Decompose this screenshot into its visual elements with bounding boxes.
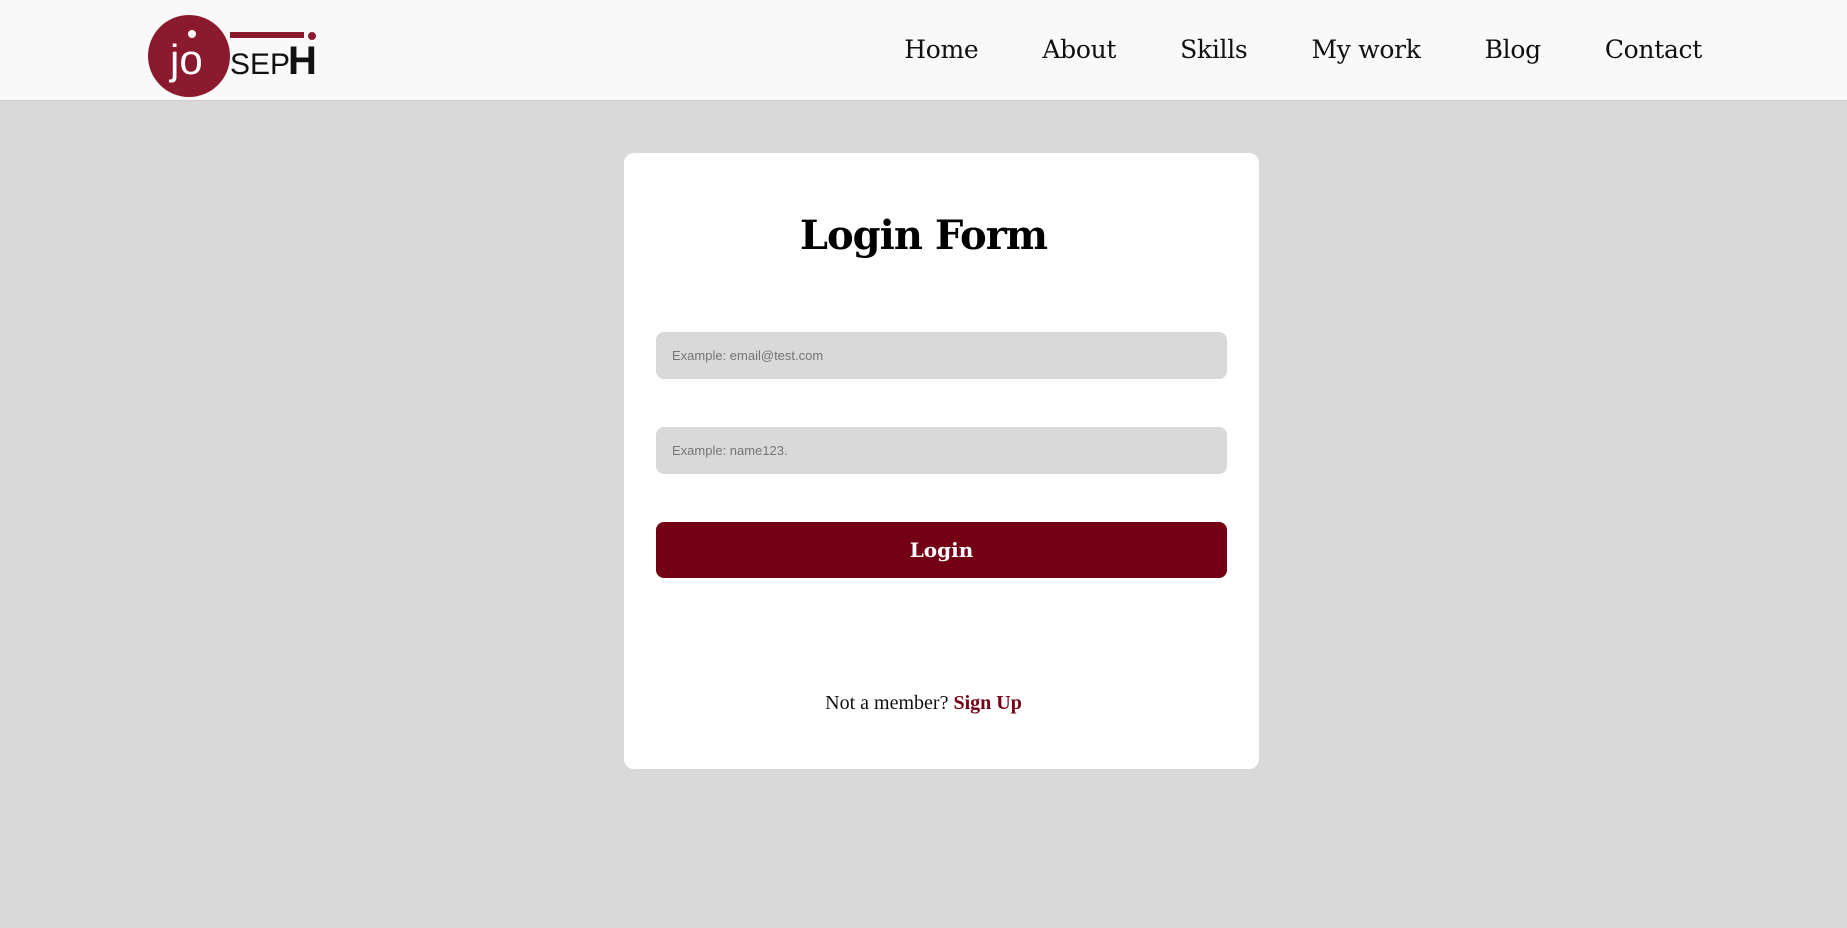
nav-home[interactable]: Home <box>904 35 978 64</box>
login-form-title: Login Form <box>799 212 1048 259</box>
nav-skills[interactable]: Skills <box>1180 35 1248 64</box>
site-header: jo SEP H Home About Skills My work Blog … <box>0 0 1847 101</box>
nav-blog[interactable]: Blog <box>1485 35 1542 64</box>
signup-link[interactable]: Sign Up <box>953 692 1021 714</box>
signup-prompt-line: Not a member? Sign Up <box>0 692 1847 715</box>
nav-contact[interactable]: Contact <box>1605 35 1702 64</box>
email-field[interactable] <box>656 332 1227 379</box>
nav-my-work[interactable]: My work <box>1311 35 1420 64</box>
logo-text-jo: jo <box>168 36 203 83</box>
signup-prompt-text: Not a member? <box>825 692 949 714</box>
login-button[interactable]: Login <box>656 522 1227 578</box>
nav-about[interactable]: About <box>1042 35 1116 64</box>
joseph-logo[interactable]: jo SEP H <box>148 14 318 98</box>
main-nav: Home About Skills My work Blog Contact <box>840 0 1702 98</box>
logo-text-sep: SEP <box>230 48 290 81</box>
logo-text-h: H <box>288 39 317 83</box>
password-field[interactable] <box>656 427 1227 474</box>
